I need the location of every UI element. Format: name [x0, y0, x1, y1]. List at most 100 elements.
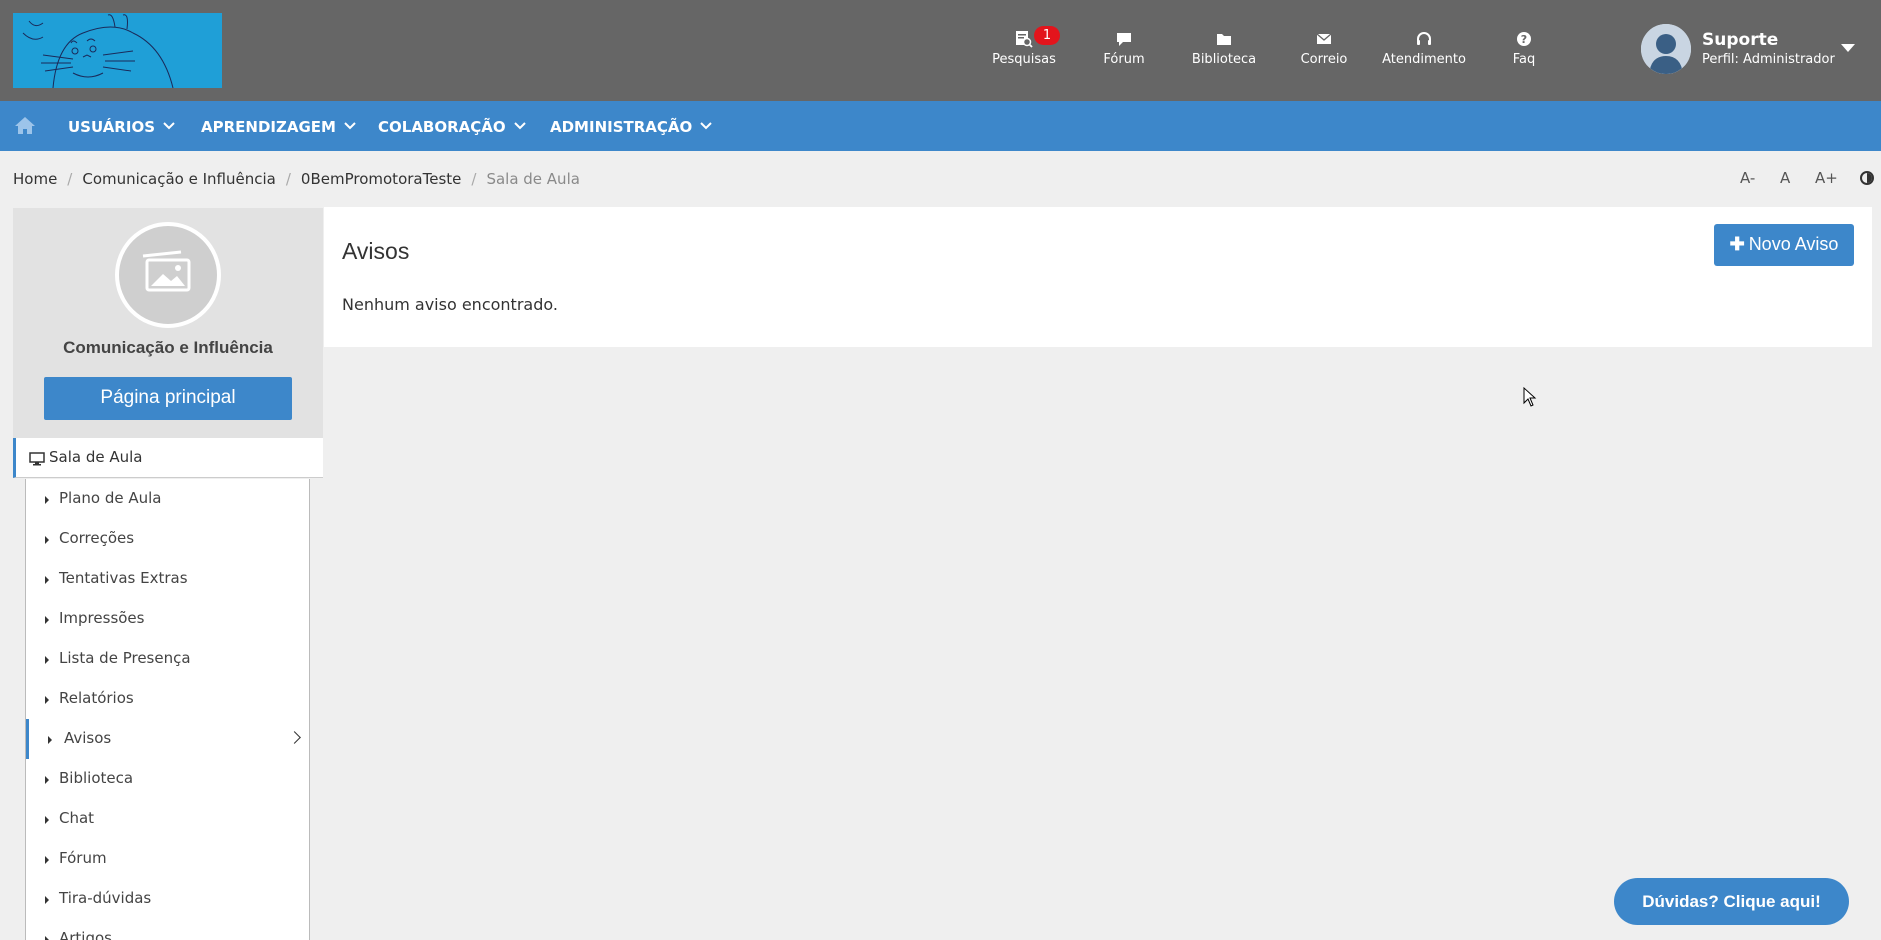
- sidebar-section-label: Sala de Aula: [49, 448, 143, 466]
- empty-message: Nenhum aviso encontrado.: [342, 295, 558, 314]
- caret-right-icon: [45, 816, 49, 824]
- nav-administracao-label: ADMINISTRAÇÃO: [550, 118, 693, 136]
- sidebar-submenu: Plano de Aula Correções Tentativas Extras I…: [25, 479, 310, 940]
- sidebar-item-label: Tira-dúvidas: [59, 889, 152, 907]
- font-decrease-button[interactable]: A-: [1740, 169, 1755, 187]
- sidebar-item-label: Artigos: [59, 929, 112, 940]
- top-nav-support[interactable]: Atendimento: [1379, 30, 1469, 68]
- course-title: Comunicação e Influência: [63, 338, 273, 357]
- caret-down-icon[interactable]: [1841, 44, 1855, 52]
- chevron-down-icon: [344, 116, 356, 134]
- top-nav-library[interactable]: Biblioteca: [1179, 30, 1269, 68]
- sidebar-item-label: Fórum: [59, 849, 107, 867]
- monitor-icon: [29, 451, 45, 470]
- nav-aprendizagem-label: APRENDIZAGEM: [201, 118, 336, 136]
- top-nav-forum[interactable]: Fórum: [1079, 30, 1169, 68]
- nav-colaboracao-label: COLABORAÇÃO: [378, 118, 506, 136]
- sidebar-item[interactable]: Correções: [26, 519, 309, 559]
- font-increase-button[interactable]: A+: [1815, 169, 1838, 187]
- avatar: [1641, 24, 1691, 74]
- top-nav-surveys[interactable]: Pesquisas 1: [979, 26, 1069, 68]
- question-circle-icon: ?: [1479, 30, 1569, 50]
- user-profile: Perfil: Administrador: [1702, 52, 1835, 67]
- caret-right-icon: [45, 936, 49, 940]
- sidebar-item-label: Tentativas Extras: [59, 569, 188, 587]
- chevron-down-icon: [163, 116, 175, 134]
- sidebar-item[interactable]: Avisos: [26, 719, 309, 759]
- sidebar-item-label: Avisos: [64, 729, 112, 747]
- breadcrumb: Home / Comunicação e Influência/0BemPromot…: [13, 170, 580, 188]
- logo-illustration: [22, 14, 174, 88]
- nav-aprendizagem[interactable]: APRENDIZAGEM: [201, 116, 356, 136]
- chat-bubble-icon: [1079, 30, 1169, 50]
- breadcrumb-course[interactable]: Comunicação e Influência: [82, 170, 276, 188]
- breadcrumb-class[interactable]: 0BemPromotoraTeste: [301, 170, 461, 188]
- notices-panel: Avisos Nenhum aviso encontrado. ✚ Novo Av…: [324, 207, 1872, 347]
- sidebar-item[interactable]: Artigos: [26, 919, 309, 940]
- sidebar-item[interactable]: Plano de Aula: [26, 479, 309, 519]
- top-nav-forum-label: Fórum: [1103, 52, 1145, 67]
- caret-right-icon: [45, 656, 49, 664]
- logo[interactable]: [13, 13, 222, 88]
- home-icon[interactable]: [14, 115, 36, 135]
- nav-administracao[interactable]: ADMINISTRAÇÃO: [550, 116, 712, 136]
- caret-right-icon: [45, 616, 49, 624]
- caret-right-icon: [45, 576, 49, 584]
- page-title: Avisos: [342, 238, 410, 264]
- caret-right-icon: [45, 536, 49, 544]
- nav-usuarios[interactable]: USUÁRIOS: [68, 116, 175, 136]
- caret-right-icon: [48, 736, 52, 744]
- caret-right-icon: [45, 856, 49, 864]
- breadcrumb-home[interactable]: Home: [13, 170, 57, 188]
- sidebar-item-label: Biblioteca: [59, 769, 134, 787]
- caret-right-icon: [45, 496, 49, 504]
- plus-icon: ✚: [1729, 234, 1745, 254]
- sidebar-item[interactable]: Fórum: [26, 839, 309, 879]
- nav-usuarios-label: USUÁRIOS: [68, 118, 155, 136]
- breadcrumb-current: Sala de Aula: [486, 170, 580, 188]
- mouse-cursor-icon: [1523, 386, 1537, 411]
- sidebar-item-label: Chat: [59, 809, 95, 827]
- new-notice-button[interactable]: ✚ Novo Aviso: [1714, 224, 1854, 266]
- folder-icon: [1179, 30, 1269, 50]
- sidebar-item-label: Impressões: [59, 609, 145, 627]
- sidebar-item[interactable]: Relatórios: [26, 679, 309, 719]
- chevron-down-icon: [700, 116, 712, 134]
- svg-text:?: ?: [1521, 33, 1527, 46]
- sidebar-item[interactable]: Tira-dúvidas: [26, 879, 309, 919]
- main-nav: USUÁRIOS APRENDIZAGEM COLABORAÇÃO ADMINI…: [0, 101, 1881, 151]
- top-bar: Pesquisas 1 Fórum Biblioteca Correio Ate…: [0, 0, 1881, 101]
- course-card: Comunicação e Influência Página principa…: [13, 208, 323, 438]
- sidebar-item[interactable]: Lista de Presença: [26, 639, 309, 679]
- course-image: [115, 222, 221, 328]
- sidebar-item-label: Correções: [59, 529, 135, 547]
- top-nav-faq-label: Faq: [1512, 52, 1536, 67]
- nav-colaboracao[interactable]: COLABORAÇÃO: [378, 116, 526, 136]
- top-nav-mail[interactable]: Correio: [1279, 30, 1369, 68]
- sidebar-item[interactable]: Tentativas Extras: [26, 559, 309, 599]
- contrast-icon[interactable]: [1860, 171, 1874, 185]
- chevron-down-icon: [513, 116, 526, 134]
- caret-right-icon: [45, 776, 49, 784]
- top-nav-mail-label: Correio: [1300, 52, 1348, 67]
- sidebar-item[interactable]: Chat: [26, 799, 309, 839]
- font-normal-button[interactable]: A: [1780, 169, 1790, 187]
- user-name: Suporte: [1702, 30, 1779, 50]
- top-nav-surveys-label: Pesquisas: [992, 52, 1056, 67]
- new-notice-label: Novo Aviso: [1748, 234, 1839, 254]
- top-nav-library-label: Biblioteca: [1191, 52, 1257, 67]
- sidebar-item-label: Lista de Presença: [59, 649, 191, 667]
- help-button[interactable]: Dúvidas? Clique aqui!: [1614, 878, 1849, 925]
- headset-icon: [1379, 30, 1469, 50]
- main-page-button[interactable]: Página principal: [44, 377, 292, 420]
- sidebar-item[interactable]: Biblioteca: [26, 759, 309, 799]
- sidebar-item[interactable]: Impressões: [26, 599, 309, 639]
- sidebar-item-label: Relatórios: [59, 689, 134, 707]
- sidebar-item-label: Plano de Aula: [59, 489, 162, 507]
- surveys-badge: 1: [1034, 26, 1060, 45]
- envelope-icon: [1279, 30, 1369, 50]
- caret-right-icon: [45, 696, 49, 704]
- top-nav-faq[interactable]: ? Faq: [1479, 30, 1569, 68]
- sidebar-section-sala-de-aula[interactable]: Sala de Aula: [13, 438, 323, 478]
- image-placeholder-icon: [142, 250, 191, 292]
